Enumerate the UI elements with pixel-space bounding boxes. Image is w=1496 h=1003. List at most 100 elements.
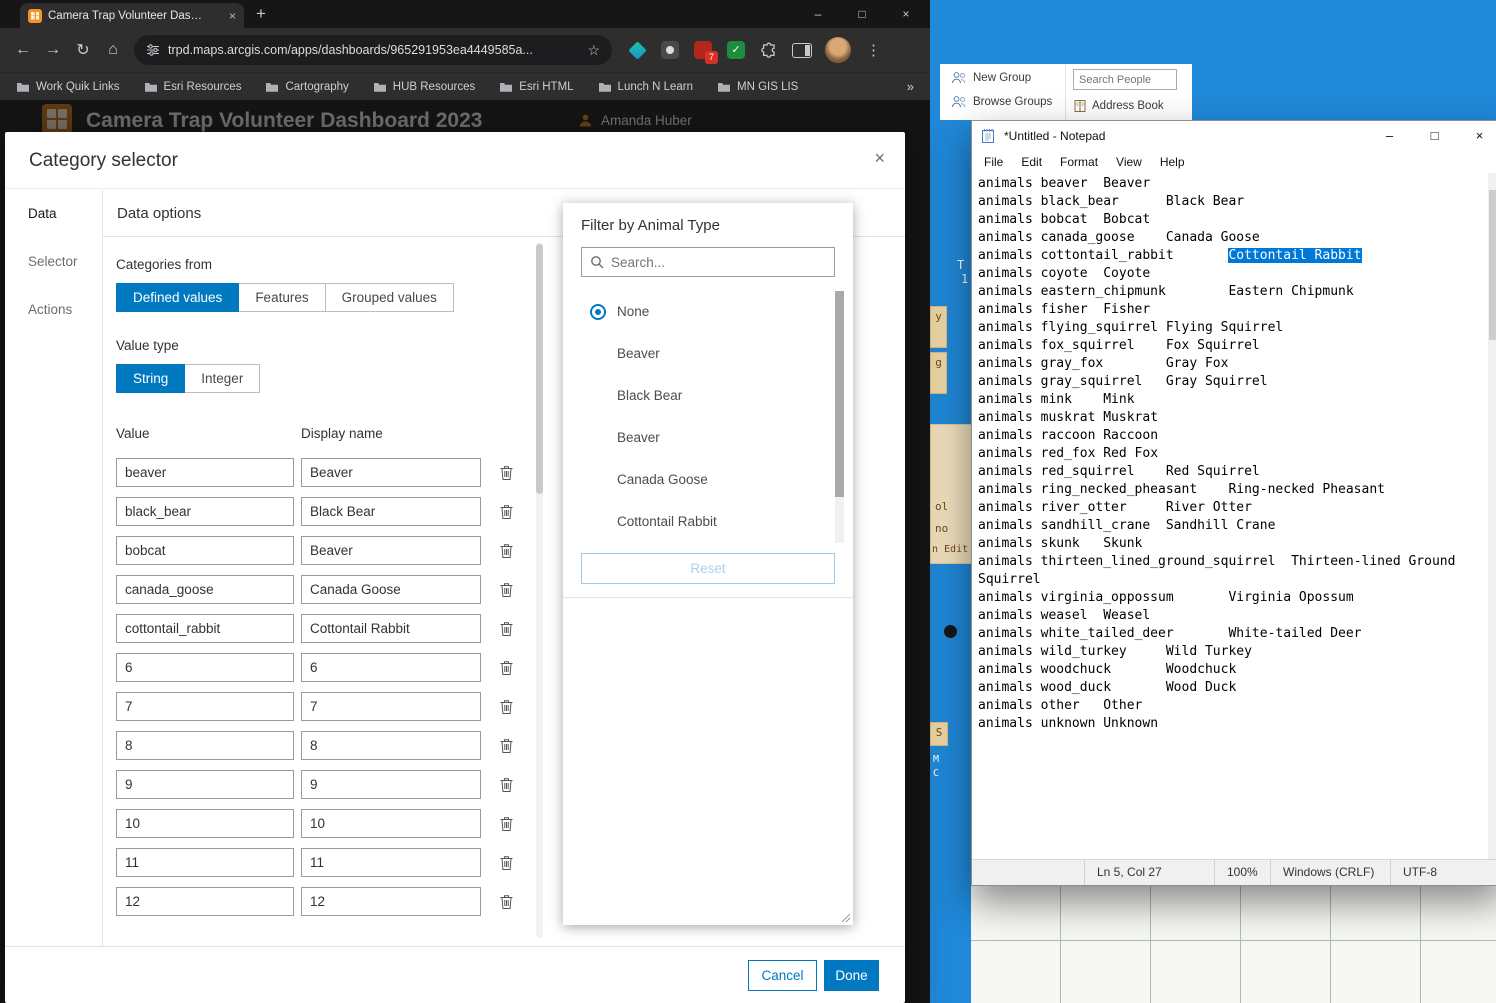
maximize-button[interactable]: □	[840, 0, 884, 28]
browser-tab[interactable]: Camera Trap Volunteer Dashboard 2023 ×	[20, 3, 244, 28]
side-panel-button[interactable]	[792, 40, 812, 60]
bookmark-folder[interactable]: MN GIS LIS	[717, 81, 798, 93]
value-input[interactable]	[116, 770, 294, 799]
minimize-button[interactable]: –	[1367, 121, 1412, 151]
display-name-input[interactable]	[301, 731, 481, 760]
menu-help[interactable]: Help	[1151, 151, 1194, 173]
display-name-input[interactable]	[301, 770, 481, 799]
filter-option[interactable]: Black Bear	[563, 375, 853, 417]
url-text[interactable]: trpd.maps.arcgis.com/apps/dashboards/965…	[168, 43, 579, 57]
close-button[interactable]: ×	[1457, 121, 1496, 151]
notepad-text-area[interactable]: animals beaver Beaver animals black_bear…	[978, 173, 1488, 859]
tab-grouped-values[interactable]: Grouped values	[324, 283, 454, 312]
forward-button[interactable]: →	[38, 41, 68, 59]
delete-row-button[interactable]	[493, 653, 519, 682]
dialog-close-button[interactable]: ×	[874, 149, 885, 167]
sidebar-item-selector[interactable]: Selector	[5, 238, 102, 286]
bookmark-star-icon[interactable]: ☆	[587, 42, 600, 59]
delete-row-button[interactable]	[493, 575, 519, 604]
search-people-input[interactable]	[1073, 69, 1177, 90]
display-name-input[interactable]	[301, 692, 481, 721]
browser-menu-button[interactable]: ⋮	[866, 41, 881, 59]
bookmark-folder[interactable]: Work Quik Links	[16, 81, 120, 93]
filter-option[interactable]: Beaver	[563, 333, 853, 375]
value-input[interactable]	[116, 497, 294, 526]
site-settings-icon[interactable]	[146, 43, 160, 57]
back-button[interactable]: ←	[8, 41, 38, 59]
display-name-input[interactable]	[301, 653, 481, 682]
filter-search-input[interactable]	[611, 254, 826, 270]
content-scrollbar[interactable]	[536, 242, 543, 938]
filter-option[interactable]: Canada Goose	[563, 459, 853, 501]
value-input[interactable]	[116, 848, 294, 877]
menu-file[interactable]: File	[975, 151, 1012, 173]
extension-icon-green[interactable]: ✓	[726, 40, 746, 60]
display-name-input[interactable]	[301, 575, 481, 604]
close-button[interactable]: ×	[884, 0, 928, 28]
bookmark-folder[interactable]: Esri HTML	[499, 81, 574, 93]
sidebar-item-data[interactable]: Data	[5, 190, 102, 238]
delete-row-button[interactable]	[493, 692, 519, 721]
value-input[interactable]	[116, 575, 294, 604]
done-button[interactable]: Done	[824, 959, 879, 991]
display-name-input[interactable]	[301, 614, 481, 643]
bookmark-folder[interactable]: Cartography	[265, 81, 349, 93]
bookmarks-overflow-button[interactable]: »	[907, 79, 914, 94]
extension-icon-diamond[interactable]	[627, 40, 647, 60]
scrollbar-thumb[interactable]	[536, 244, 543, 494]
bookmark-folder[interactable]: Esri Resources	[144, 81, 241, 93]
filter-option-none[interactable]: None	[563, 291, 853, 333]
value-input[interactable]	[116, 809, 294, 838]
value-input[interactable]	[116, 653, 294, 682]
maximize-button[interactable]: □	[1412, 121, 1457, 151]
display-name-input[interactable]	[301, 887, 481, 916]
delete-row-button[interactable]	[493, 458, 519, 487]
menu-view[interactable]: View	[1107, 151, 1151, 173]
value-input[interactable]	[116, 614, 294, 643]
delete-row-button[interactable]	[493, 497, 519, 526]
display-name-input[interactable]	[301, 536, 481, 565]
address-book-button[interactable]: Address Book	[1073, 99, 1188, 113]
value-input[interactable]	[116, 887, 294, 916]
reload-button[interactable]: ↻	[68, 40, 98, 60]
display-name-input[interactable]	[301, 848, 481, 877]
value-input[interactable]	[116, 458, 294, 487]
scrollbar-thumb[interactable]	[1489, 190, 1496, 340]
menu-edit[interactable]: Edit	[1012, 151, 1051, 173]
new-tab-button[interactable]: +	[256, 1, 266, 27]
tab-integer[interactable]: Integer	[184, 364, 261, 393]
address-bar[interactable]: trpd.maps.arcgis.com/apps/dashboards/965…	[134, 35, 612, 65]
bookmark-folder[interactable]: HUB Resources	[373, 81, 475, 93]
extension-icon-2[interactable]	[660, 40, 680, 60]
delete-row-button[interactable]	[493, 614, 519, 643]
cancel-button[interactable]: Cancel	[748, 959, 817, 991]
tab-close-icon[interactable]: ×	[229, 9, 236, 23]
new-group-button[interactable]: New Group	[951, 71, 1065, 85]
sidebar-item-actions[interactable]: Actions	[5, 286, 102, 334]
scrollbar-thumb[interactable]	[835, 291, 844, 497]
extension-icon-red[interactable]: 7	[693, 40, 718, 64]
delete-row-button[interactable]	[493, 848, 519, 877]
resize-grip-icon[interactable]	[840, 912, 851, 923]
tab-string[interactable]: String	[116, 364, 186, 393]
delete-row-button[interactable]	[493, 887, 519, 916]
value-input[interactable]	[116, 731, 294, 760]
delete-row-button[interactable]	[493, 770, 519, 799]
filter-option[interactable]: Cottontail Rabbit	[563, 501, 853, 543]
tab-defined-values[interactable]: Defined values	[116, 283, 240, 312]
filter-list-scrollbar[interactable]	[835, 291, 844, 543]
delete-row-button[interactable]	[493, 731, 519, 760]
value-input[interactable]	[116, 536, 294, 565]
notepad-titlebar[interactable]: *Untitled - Notepad – □ ×	[972, 121, 1496, 151]
minimize-button[interactable]: –	[796, 0, 840, 28]
value-input[interactable]	[116, 692, 294, 721]
delete-row-button[interactable]	[493, 536, 519, 565]
display-name-input[interactable]	[301, 497, 481, 526]
bookmark-folder[interactable]: Lunch N Learn	[598, 81, 693, 93]
home-button[interactable]: ⌂	[98, 41, 128, 59]
profile-avatar[interactable]	[825, 37, 851, 63]
browse-groups-button[interactable]: Browse Groups	[951, 95, 1065, 109]
notepad-scrollbar[interactable]	[1488, 173, 1496, 859]
tab-features[interactable]: Features	[238, 283, 326, 312]
display-name-input[interactable]	[301, 809, 481, 838]
